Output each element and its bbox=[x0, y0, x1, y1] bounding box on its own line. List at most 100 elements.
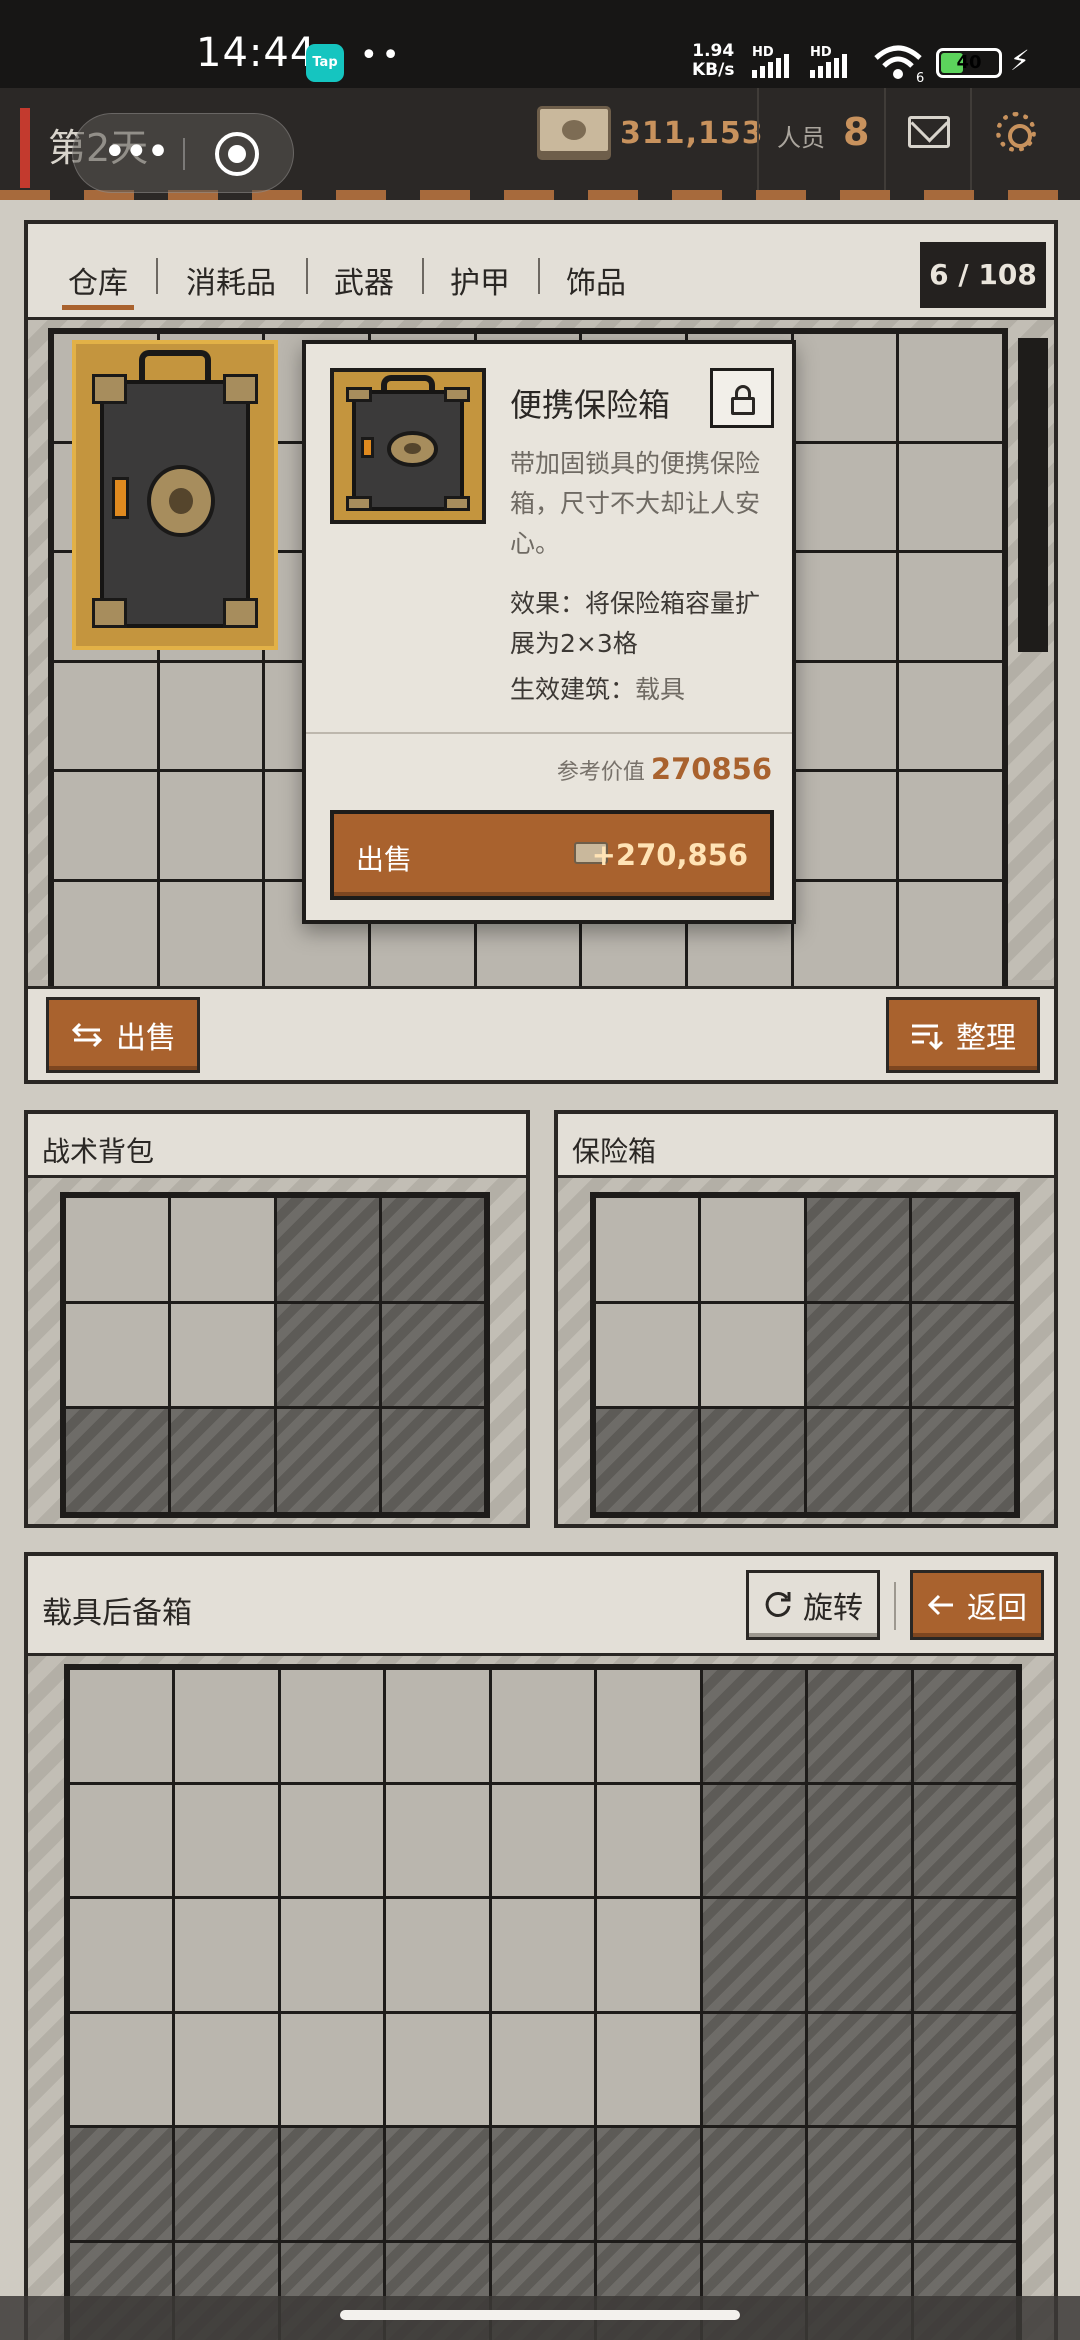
tab-divider bbox=[538, 258, 540, 294]
grid-slot[interactable] bbox=[280, 2013, 384, 2125]
grid-slot[interactable] bbox=[54, 881, 157, 988]
tab-weapons[interactable]: 武器 bbox=[334, 258, 394, 302]
grid-slot[interactable] bbox=[175, 1670, 278, 1782]
safebox-grid[interactable] bbox=[590, 1192, 1020, 1518]
grid-slot[interactable] bbox=[66, 1198, 169, 1301]
grid-slot[interactable] bbox=[171, 1303, 274, 1407]
grid-slot[interactable] bbox=[280, 1784, 384, 1896]
divider bbox=[757, 88, 759, 190]
locked-slot bbox=[171, 1409, 274, 1512]
sort-icon bbox=[912, 1024, 944, 1050]
grid-slot[interactable] bbox=[386, 1670, 489, 1782]
locked-slot bbox=[911, 1409, 1014, 1512]
tab-accessories[interactable]: 饰品 bbox=[566, 258, 626, 302]
grid-slot[interactable] bbox=[386, 2013, 489, 2125]
building-label: 生效建筑： bbox=[510, 675, 636, 704]
grid-slot[interactable] bbox=[491, 2013, 595, 2125]
grid-slot[interactable] bbox=[280, 1670, 384, 1782]
wifi-sub-label: 6 bbox=[916, 71, 924, 84]
grid-slot[interactable] bbox=[899, 772, 1002, 879]
locked-slot bbox=[702, 2013, 806, 2125]
sell-button[interactable]: 出售 bbox=[46, 997, 200, 1073]
envelope-icon[interactable] bbox=[908, 116, 950, 148]
grid-slot[interactable] bbox=[597, 2013, 700, 2125]
grid-slot[interactable] bbox=[597, 1899, 700, 2011]
locked-slot bbox=[381, 1303, 484, 1407]
divider bbox=[970, 88, 972, 190]
grid-slot[interactable] bbox=[597, 1784, 700, 1896]
grid-slot[interactable] bbox=[54, 662, 157, 769]
grid-slot[interactable] bbox=[793, 443, 897, 550]
grid-slot[interactable] bbox=[54, 772, 157, 879]
grid-slot[interactable] bbox=[386, 1899, 489, 2011]
grid-slot[interactable] bbox=[596, 1303, 699, 1407]
more-dots-icon[interactable]: ••• bbox=[103, 132, 170, 176]
grid-slot[interactable] bbox=[899, 443, 1002, 550]
capsule-divider bbox=[183, 138, 185, 170]
tab-warehouse[interactable]: 仓库 bbox=[62, 258, 134, 310]
grid-slot[interactable] bbox=[159, 662, 263, 769]
grid-slot[interactable] bbox=[596, 1198, 699, 1301]
item-building: 生效建筑：载具 bbox=[510, 670, 685, 706]
backpack-grid[interactable] bbox=[60, 1192, 490, 1518]
trunk-title: 载具后备箱 bbox=[42, 1596, 192, 1631]
grid-slot[interactable] bbox=[66, 1303, 169, 1407]
safe-box-panel: 保险箱 bbox=[554, 1110, 1058, 1528]
building-value: 载具 bbox=[635, 675, 686, 704]
item-name: 便携保险箱 bbox=[510, 386, 671, 424]
grid-slot[interactable] bbox=[899, 662, 1002, 769]
grid-slot[interactable] bbox=[491, 1899, 595, 2011]
divider bbox=[884, 88, 886, 190]
unlock-button[interactable] bbox=[710, 368, 774, 428]
grid-slot[interactable] bbox=[793, 772, 897, 879]
grid-slot[interactable] bbox=[491, 1784, 595, 1896]
grid-slot[interactable] bbox=[159, 881, 263, 988]
inventory-item-portable-safe[interactable] bbox=[72, 340, 278, 650]
grid-slot[interactable] bbox=[70, 1670, 173, 1782]
grid-slot[interactable] bbox=[175, 2013, 278, 2125]
portable-safe-image bbox=[334, 372, 482, 520]
back-button[interactable]: 返回 bbox=[910, 1570, 1044, 1640]
grid-slot[interactable] bbox=[793, 881, 897, 988]
grid-slot[interactable] bbox=[491, 1670, 595, 1782]
gear-icon[interactable] bbox=[996, 112, 1036, 152]
staff-label: 人员 bbox=[777, 124, 825, 152]
grid-slot[interactable] bbox=[171, 1198, 274, 1301]
sell-item-button[interactable]: 出售 +270,856 bbox=[330, 810, 774, 900]
grid-slot[interactable] bbox=[793, 553, 897, 660]
grid-slot[interactable] bbox=[175, 1784, 278, 1896]
scrollbar[interactable] bbox=[1018, 338, 1048, 652]
grid-slot[interactable] bbox=[793, 662, 897, 769]
grid-slot[interactable] bbox=[175, 1899, 278, 2011]
grid-slot[interactable] bbox=[159, 772, 263, 879]
sort-button[interactable]: 整理 bbox=[886, 997, 1040, 1073]
locked-slot bbox=[701, 1409, 804, 1512]
grid-slot[interactable] bbox=[597, 1670, 700, 1782]
rotate-button[interactable]: 旋转 bbox=[746, 1570, 880, 1640]
tab-consumables[interactable]: 消耗品 bbox=[186, 258, 276, 302]
locked-slot bbox=[913, 1784, 1016, 1896]
sell-item-label: 出售 bbox=[356, 843, 413, 876]
grid-slot[interactable] bbox=[899, 334, 1002, 441]
grid-slot[interactable] bbox=[899, 553, 1002, 660]
close-circle-icon[interactable] bbox=[215, 132, 259, 176]
staff-count: 8 bbox=[843, 110, 870, 154]
grid-slot[interactable] bbox=[70, 1784, 173, 1896]
locked-slot bbox=[491, 2128, 595, 2240]
trunk-grid[interactable] bbox=[64, 1664, 1022, 2340]
grid-slot[interactable] bbox=[793, 334, 897, 441]
grid-slot[interactable] bbox=[386, 1784, 489, 1896]
grid-slot[interactable] bbox=[899, 881, 1002, 988]
grid-slot[interactable] bbox=[70, 1899, 173, 2011]
sell-button-label: 出售 bbox=[116, 1021, 176, 1056]
locked-slot bbox=[808, 1670, 911, 1782]
grid-slot[interactable] bbox=[280, 1899, 384, 2011]
grid-slot[interactable] bbox=[70, 2013, 173, 2125]
locked-slot bbox=[808, 2013, 911, 2125]
grid-slot[interactable] bbox=[701, 1303, 804, 1407]
tab-armor[interactable]: 护甲 bbox=[450, 258, 510, 302]
home-indicator[interactable] bbox=[340, 2310, 740, 2320]
grid-slot[interactable] bbox=[701, 1198, 804, 1301]
safebox-header: 保险箱 bbox=[558, 1114, 1054, 1178]
tab-divider bbox=[156, 258, 158, 294]
